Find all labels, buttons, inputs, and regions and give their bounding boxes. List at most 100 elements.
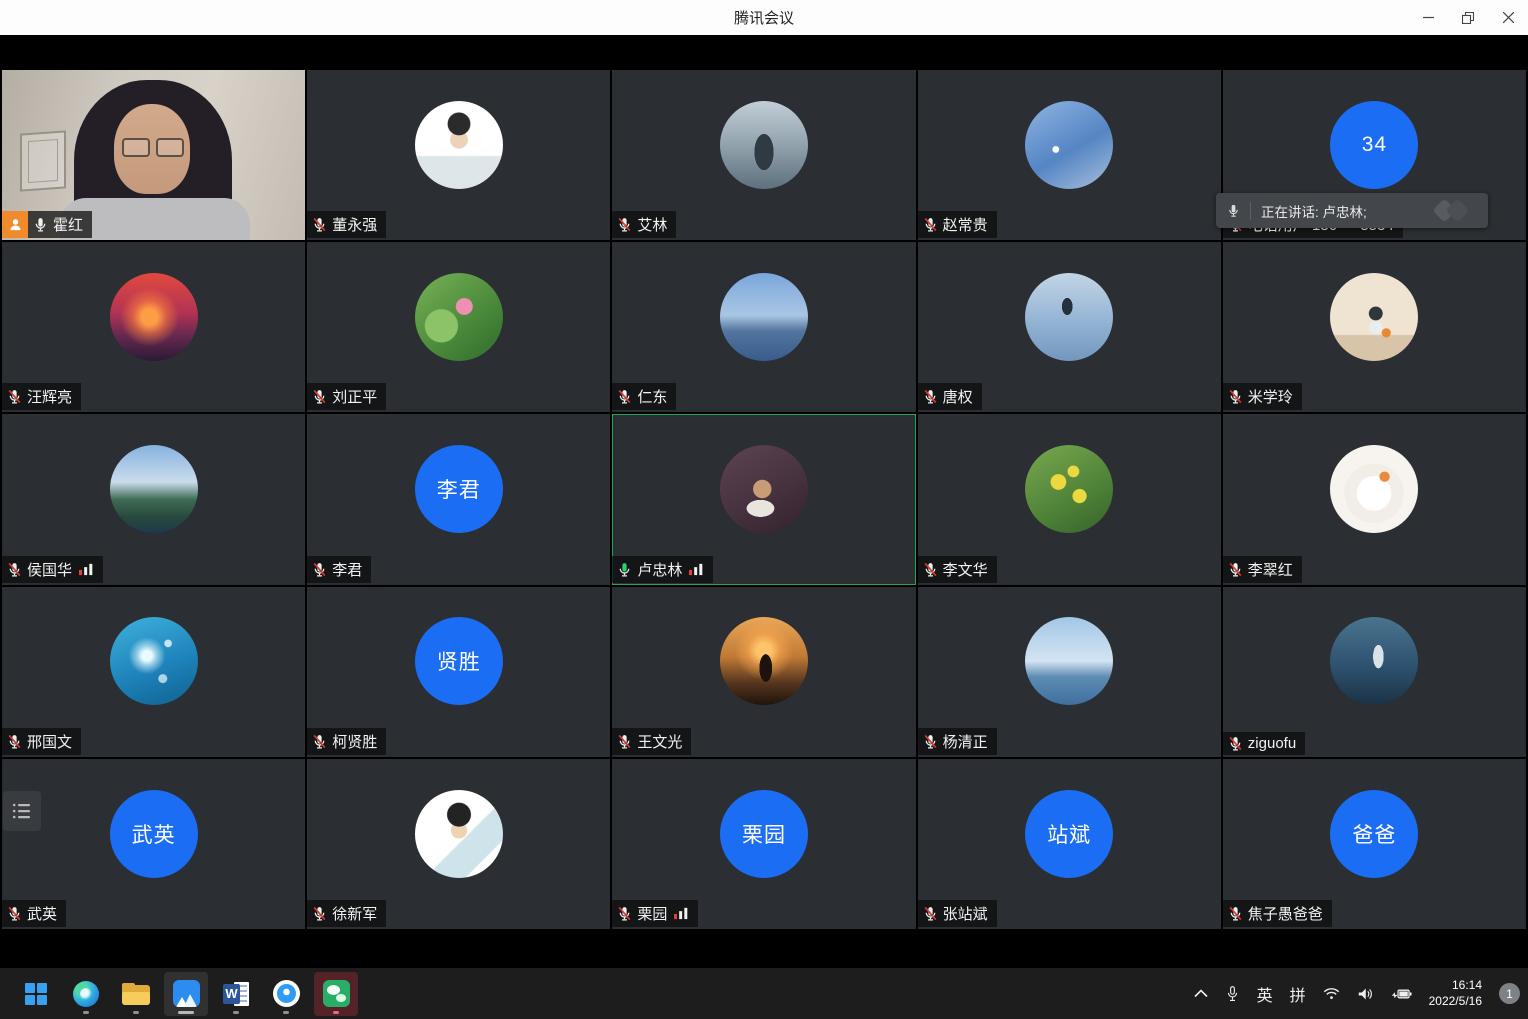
tim-icon [273, 980, 300, 1007]
participant-name-chip: 刘正平 [307, 383, 386, 410]
participant-tile[interactable]: 徐新军 [307, 759, 610, 929]
tray-ime-indicator[interactable]: 拼 [1290, 982, 1306, 1006]
participant-name-chip: 栗园 [612, 900, 698, 927]
taskbar-apps: W [14, 972, 358, 1016]
participant-tile[interactable]: 爸爸 焦子愚爸爸 [1223, 759, 1526, 929]
participant-tile[interactable]: 卢忠林 [612, 414, 915, 584]
participant-name: 唐权 [943, 386, 973, 407]
participant-name: 武英 [27, 903, 57, 924]
tray-volume-icon[interactable] [1357, 987, 1373, 1001]
participant-tile[interactable]: 杨清正 [918, 587, 1221, 757]
tray-microphone-icon[interactable] [1225, 985, 1240, 1002]
network-signal-icon [79, 562, 94, 576]
participant-avatar [1025, 101, 1113, 189]
participant-tile[interactable]: 李君 李君 [307, 414, 610, 584]
notification-count-badge[interactable]: 1 [1499, 983, 1520, 1004]
titlebar: 腾讯会议 [0, 0, 1528, 35]
participant-name-chip: 仁东 [612, 383, 676, 410]
participant-name-chip: 侯国华 [2, 556, 103, 583]
participant-tile[interactable]: 霍红 [2, 70, 305, 240]
participant-tile[interactable]: 唐权 [918, 242, 1221, 412]
participant-tile[interactable]: 栗园 栗园 [612, 759, 915, 929]
participant-name-chip: 王文光 [612, 728, 691, 755]
participant-name: 霍红 [53, 214, 83, 235]
participant-name-chip: 霍红 [2, 211, 92, 238]
participant-tile[interactable]: 董永强 [307, 70, 610, 240]
participant-name: 柯贤胜 [332, 731, 377, 752]
tencent-meeting-logo-icon [1432, 199, 1478, 223]
network-signal-icon [674, 906, 689, 920]
mic-icon [922, 733, 939, 750]
participant-tile[interactable]: 贤胜 柯贤胜 [307, 587, 610, 757]
participant-tile[interactable]: 米学玲 [1223, 242, 1526, 412]
participant-avatar [1330, 617, 1418, 705]
taskbar-word-button[interactable]: W [214, 972, 258, 1016]
participant-avatar: 贤胜 [415, 617, 503, 705]
mic-icon [922, 388, 939, 405]
taskbar: W 英 拼 16:14 2022/5/16 1 [0, 968, 1528, 1019]
start-button[interactable] [14, 972, 58, 1016]
participant-tile[interactable]: 李文华 [918, 414, 1221, 584]
mic-icon [311, 905, 328, 922]
mic-icon [922, 905, 939, 922]
participant-tile[interactable]: 李翠红 [1223, 414, 1526, 584]
participant-name: 米学玲 [1248, 386, 1293, 407]
participant-tile[interactable]: 王文光 [612, 587, 915, 757]
participant-tile[interactable]: 艾林 [612, 70, 915, 240]
tray-wifi-icon[interactable] [1323, 987, 1340, 1000]
participant-tile[interactable]: 赵常贵 [918, 70, 1221, 240]
participant-tile[interactable]: 侯国华 [2, 414, 305, 584]
participant-avatar [110, 445, 198, 533]
participant-name-chip: 焦子愚爸爸 [1223, 900, 1332, 927]
taskbar-clock[interactable]: 16:14 2022/5/16 [1429, 978, 1482, 1009]
participant-tile[interactable]: 邢国文 [2, 587, 305, 757]
tray-language-indicator[interactable]: 英 [1257, 982, 1273, 1006]
participant-tile[interactable]: 刘正平 [307, 242, 610, 412]
word-icon: W [223, 981, 249, 1007]
participant-tile[interactable]: 站斌 张站斌 [918, 759, 1221, 929]
edge-icon [73, 981, 99, 1007]
minimize-button[interactable] [1408, 0, 1448, 35]
participant-avatar [1330, 445, 1418, 533]
participant-name: 仁东 [637, 386, 667, 407]
clock-time: 16:14 [1429, 978, 1482, 994]
participant-name: 卢忠林 [637, 559, 682, 580]
taskbar-tim-button[interactable] [264, 972, 308, 1016]
participant-name: 李君 [332, 559, 362, 580]
background-frame [20, 130, 66, 191]
participant-name: 李翠红 [1248, 559, 1293, 580]
participant-name-chip: 杨清正 [918, 728, 997, 755]
participant-name-chip: 董永强 [307, 211, 386, 238]
network-signal-icon [689, 562, 704, 576]
mic-icon [1227, 561, 1244, 578]
participant-avatar [1025, 273, 1113, 361]
file-explorer-icon [122, 983, 150, 1005]
taskbar-tencent-meeting-button[interactable] [164, 972, 208, 1016]
taskbar-wechat-button[interactable] [314, 972, 358, 1016]
toast-divider [1250, 202, 1251, 220]
restore-button[interactable] [1448, 0, 1488, 35]
participant-avatar [415, 273, 503, 361]
participant-tile[interactable]: ziguofu [1223, 587, 1526, 757]
member-list-button[interactable] [3, 791, 41, 831]
participant-name-chip: ziguofu [1223, 732, 1305, 755]
participant-tile[interactable]: 仁东 [612, 242, 915, 412]
mic-icon [1227, 735, 1244, 752]
close-button[interactable] [1488, 0, 1528, 35]
participant-name: 董永强 [332, 214, 377, 235]
participant-tile[interactable]: 武英 武英 [2, 759, 305, 929]
taskbar-edge-button[interactable] [64, 972, 108, 1016]
mic-icon [311, 733, 328, 750]
tray-battery-icon[interactable] [1390, 987, 1412, 1001]
participant-tile[interactable]: 汪辉亮 [2, 242, 305, 412]
mic-icon [616, 733, 633, 750]
tray-chevron-up-icon[interactable] [1194, 989, 1208, 998]
participant-name-chip: 武英 [2, 900, 66, 927]
toast-mic-icon [1226, 203, 1241, 218]
taskbar-file-explorer-button[interactable] [114, 972, 158, 1016]
participant-avatar [1025, 445, 1113, 533]
mic-icon [311, 388, 328, 405]
mic-icon [1227, 905, 1244, 922]
participant-name: 王文光 [637, 731, 682, 752]
participant-avatar [1025, 617, 1113, 705]
